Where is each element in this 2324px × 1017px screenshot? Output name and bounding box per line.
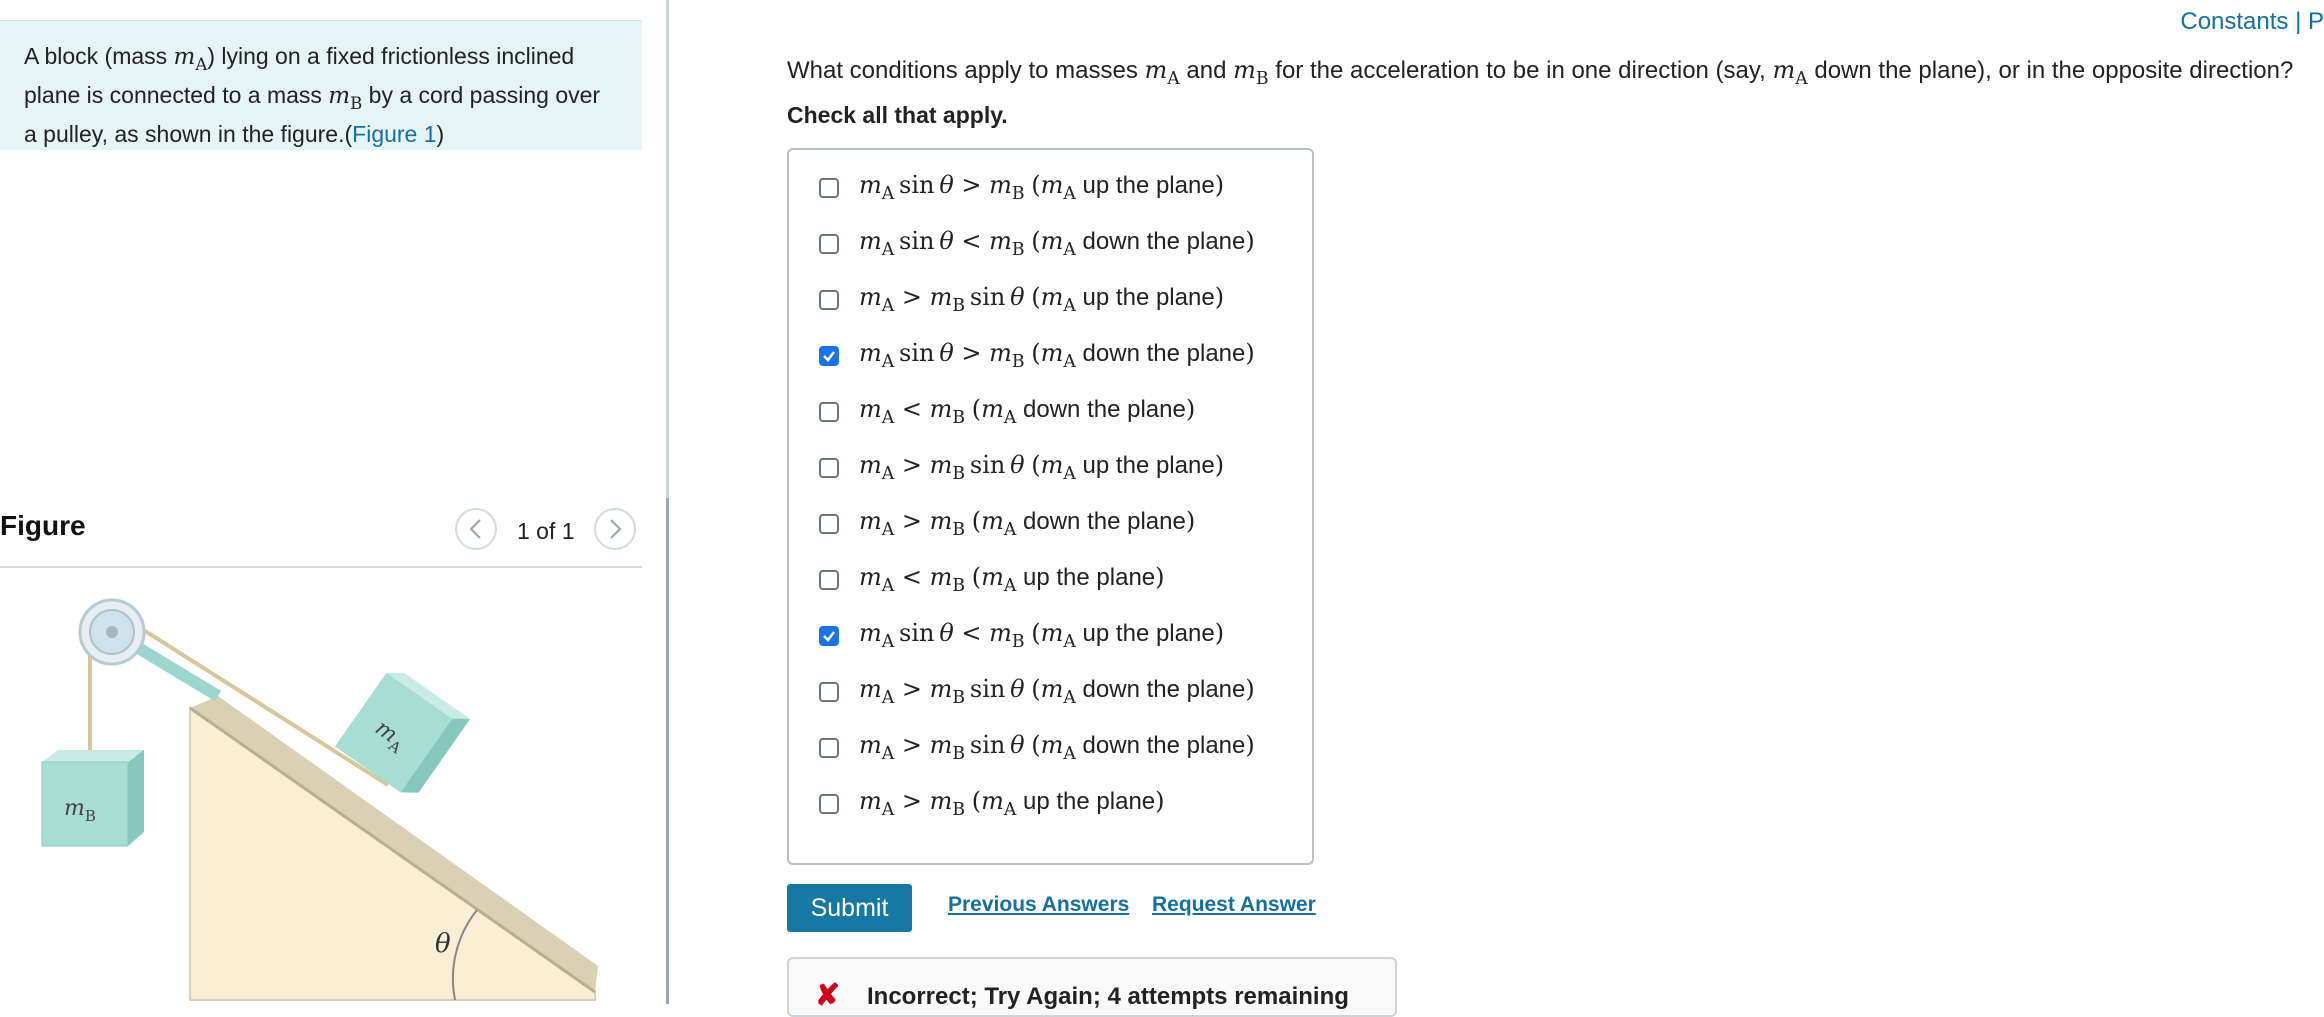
option-checkbox[interactable] bbox=[819, 290, 839, 310]
question-part: What conditions apply to masses bbox=[787, 57, 1145, 84]
feedback-text: Incorrect; Try Again; 4 attempts remaini… bbox=[867, 983, 1349, 1010]
option-label: mA > mB (mA up the plane) bbox=[859, 787, 1165, 821]
pulley-axle bbox=[106, 626, 118, 638]
option-label: mA sin θ < mB (mA down the plane) bbox=[859, 227, 1255, 261]
block-a: mA bbox=[334, 672, 471, 793]
option-checkbox[interactable] bbox=[819, 178, 839, 198]
panel-divider-active bbox=[666, 498, 669, 1004]
figure-heading: Figure bbox=[0, 510, 86, 541]
math-mA: mA bbox=[1144, 56, 1180, 90]
option-checkbox[interactable] bbox=[819, 794, 839, 814]
option-label: mA sin θ > mB (mA up the plane) bbox=[859, 171, 1225, 205]
options-list: mA sin θ > mB (mA up the plane) mA sin θ … bbox=[787, 148, 1314, 865]
left-panel: A block (mass mA) lying on a fixed frict… bbox=[0, 0, 666, 1004]
intro-text: ) lying on a fixed frictionless inclined bbox=[207, 43, 575, 69]
option-label: mA < mB (mA up the plane) bbox=[859, 563, 1165, 597]
option-row[interactable]: mA > mB (mA up the plane) bbox=[819, 784, 1165, 824]
intro-text: A block (mass bbox=[24, 43, 174, 69]
chevron-right-icon bbox=[610, 519, 622, 539]
option-checkbox[interactable] bbox=[819, 346, 839, 366]
math-mA: mA bbox=[1772, 56, 1808, 90]
option-row[interactable]: mA < mB (mA up the plane) bbox=[819, 560, 1165, 600]
figure-counter: 1 of 1 bbox=[517, 518, 575, 544]
instruction-text: Check all that apply. bbox=[787, 102, 1008, 128]
option-row[interactable]: mA < mB (mA down the plane) bbox=[819, 392, 1195, 432]
option-checkbox[interactable] bbox=[819, 234, 839, 254]
option-checkbox[interactable] bbox=[819, 682, 839, 702]
block-b bbox=[41, 761, 129, 847]
math-mB: mB bbox=[328, 82, 363, 113]
previous-answers-link[interactable]: Previous Answers bbox=[948, 893, 1129, 917]
option-label: mA > mB sin θ (mA up the plane) bbox=[859, 451, 1225, 485]
option-checkbox[interactable] bbox=[819, 458, 839, 478]
figure-prev-button[interactable] bbox=[455, 508, 497, 550]
question-part: for the acceleration to be in one direct… bbox=[1268, 57, 1773, 84]
block-b-top bbox=[42, 750, 144, 762]
incline-pulley-figure: θ mB mA bbox=[41, 598, 598, 1001]
request-answer-link[interactable]: Request Answer bbox=[1152, 893, 1316, 917]
option-checkbox[interactable] bbox=[819, 570, 839, 590]
figure-link[interactable]: Figure 1 bbox=[352, 121, 436, 147]
block-b-side bbox=[128, 750, 144, 846]
question-part: down the plane), or in the opposite dire… bbox=[1807, 57, 2294, 84]
question-text: What conditions apply to masses mA and m… bbox=[787, 56, 2293, 89]
option-label: mA sin θ > mB (mA down the plane) bbox=[859, 339, 1255, 373]
x-mark-icon: ✘ bbox=[815, 979, 841, 1012]
option-row[interactable]: mA sin θ > mB (mA down the plane) bbox=[819, 336, 1255, 376]
option-checkbox[interactable] bbox=[819, 402, 839, 422]
option-row[interactable]: mA > mB sin θ (mA down the plane) bbox=[819, 728, 1255, 768]
figure-divider bbox=[0, 566, 642, 568]
feedback-panel: ✘ Incorrect; Try Again; 4 attempts remai… bbox=[787, 957, 1397, 1017]
option-checkbox[interactable] bbox=[819, 514, 839, 534]
intro-text: ) bbox=[436, 120, 445, 147]
option-label: mA sin θ < mB (mA up the plane) bbox=[859, 619, 1225, 653]
option-label: mA > mB sin θ (mA down the plane) bbox=[859, 675, 1255, 709]
checkmark-icon bbox=[823, 631, 835, 642]
option-label: mA > mB (mA down the plane) bbox=[859, 507, 1196, 541]
math-mA: mA bbox=[173, 44, 208, 74]
question-part: and bbox=[1179, 57, 1234, 84]
submit-button[interactable]: Submit bbox=[787, 884, 912, 932]
option-row[interactable]: mA > mB sin θ (mA up the plane) bbox=[819, 448, 1224, 488]
intro-text: a pulley, as shown in the figure.( bbox=[24, 120, 353, 147]
option-row[interactable]: mA sin θ < mB (mA down the plane) bbox=[819, 224, 1255, 264]
option-row[interactable]: mA sin θ < mB (mA up the plane) bbox=[819, 616, 1224, 656]
option-label: mA > mB sin θ (mA down the plane) bbox=[859, 731, 1255, 765]
figure-next-button[interactable] bbox=[594, 508, 636, 550]
option-checkbox[interactable] bbox=[819, 738, 839, 758]
option-label: mA > mB sin θ (mA up the plane) bbox=[859, 283, 1225, 317]
option-label: mA < mB (mA down the plane) bbox=[859, 395, 1196, 429]
intro-text: plane is connected to a mass bbox=[24, 81, 329, 108]
option-row[interactable]: mA sin θ > mB (mA up the plane) bbox=[819, 168, 1224, 208]
intro-text: by a cord passing over bbox=[362, 81, 601, 108]
option-row[interactable]: mA > mB sin θ (mA up the plane) bbox=[819, 280, 1224, 320]
option-row[interactable]: mA > mB sin θ (mA down the plane) bbox=[819, 672, 1255, 712]
option-row[interactable]: mA > mB (mA down the plane) bbox=[819, 504, 1195, 544]
chevron-left-icon bbox=[469, 519, 481, 539]
constants-link[interactable]: Constants | P bbox=[2180, 8, 2324, 36]
option-checkbox[interactable] bbox=[819, 626, 839, 646]
problem-intro: A block (mass mA) lying on a fixed frict… bbox=[0, 20, 642, 150]
checkmark-icon bbox=[823, 351, 835, 362]
math-mB: mB bbox=[1233, 56, 1269, 90]
angle-label: θ bbox=[435, 929, 451, 959]
